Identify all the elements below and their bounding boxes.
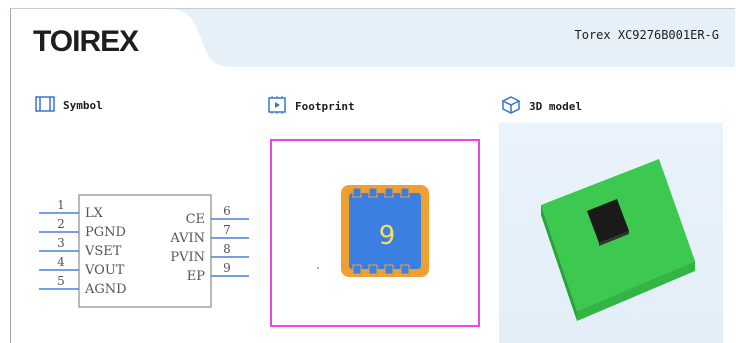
schematic-symbol: 1 LX 2 PGND 3 VSET 4 VOUT 5 AGND 6 CE 7 …: [39, 194, 249, 308]
package-3d: [541, 159, 695, 321]
origin-dot: [317, 267, 319, 269]
svg-text:2: 2: [57, 217, 65, 231]
torex-logo: TOIREX: [33, 25, 139, 58]
exposed-pad-label: 9: [379, 221, 396, 251]
footprint-panel: 9: [265, 123, 493, 343]
cube-icon: [501, 96, 521, 117]
svg-text:AGND: AGND: [84, 282, 127, 297]
symbol-panel: 1 LX 2 PGND 3 VSET 4 VOUT 5 AGND 6 CE 7 …: [27, 123, 257, 343]
svg-text:5: 5: [57, 274, 65, 288]
svg-text:4: 4: [57, 255, 65, 269]
svg-text:LX: LX: [85, 206, 104, 221]
footprint-icon: [267, 96, 287, 117]
svg-text:VOUT: VOUT: [84, 263, 125, 278]
svg-text:EP: EP: [187, 269, 205, 284]
model3d-view[interactable]: [499, 123, 723, 343]
svg-text:6: 6: [223, 204, 231, 218]
model3d-tab[interactable]: 3D model: [501, 96, 582, 117]
svg-text:7: 7: [223, 223, 231, 237]
footprint-view[interactable]: 9: [265, 123, 493, 343]
svg-text:PGND: PGND: [85, 225, 126, 240]
svg-text:PVIN: PVIN: [170, 250, 205, 265]
svg-text:9: 9: [223, 261, 231, 275]
svg-text:8: 8: [223, 242, 231, 256]
viewer-frame: TOIREX Torex XC9276B001ER-G Symbol Footp…: [10, 8, 735, 343]
symbol-tab[interactable]: Symbol: [35, 96, 103, 115]
svg-text:VSET: VSET: [84, 244, 122, 259]
model3d-title: 3D model: [529, 100, 582, 113]
schematic-symbol-icon: [35, 96, 55, 115]
svg-text:CE: CE: [186, 212, 205, 227]
footprint-package: 9: [341, 185, 429, 277]
svg-text:AVIN: AVIN: [169, 231, 205, 246]
svg-text:1: 1: [57, 198, 65, 212]
footprint-tab[interactable]: Footprint: [267, 96, 355, 117]
part-number: Torex XC9276B001ER-G: [574, 28, 720, 42]
model3d-panel: [499, 123, 723, 343]
footprint-title: Footprint: [295, 100, 355, 113]
symbol-title: Symbol: [63, 99, 103, 112]
svg-text:3: 3: [57, 236, 65, 250]
